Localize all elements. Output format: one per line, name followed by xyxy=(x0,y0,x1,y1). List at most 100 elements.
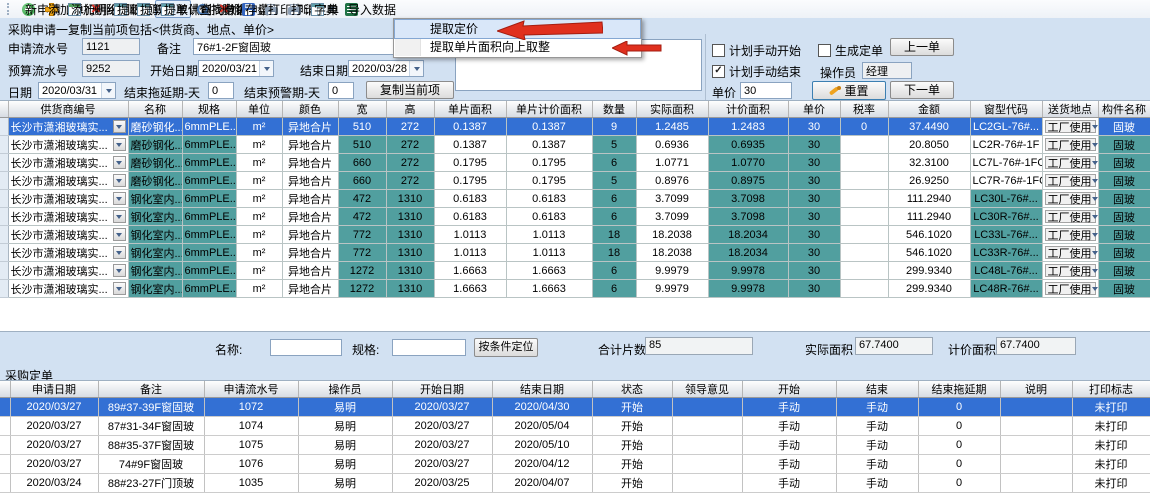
delivery-dropdown[interactable]: 工厂使用 xyxy=(1045,120,1096,133)
toolbar-item-label: 导入数据 xyxy=(348,1,396,18)
supplier-dropdown-button[interactable] xyxy=(113,120,126,133)
cell: 26.9250 xyxy=(888,172,970,190)
toolbar-grip[interactable] xyxy=(7,3,13,15)
cell: 272 xyxy=(386,136,434,154)
table-row[interactable]: 长沙市潇湘玻璃实...磨砂钢化...6mmPLE...m²异地合片5102720… xyxy=(0,136,1150,154)
row-selector[interactable] xyxy=(0,474,10,493)
table-row[interactable]: 长沙市潇湘玻璃实...磨砂钢化...6mmPLE...m²异地合片6602720… xyxy=(0,172,1150,190)
toolbar-item-1[interactable]: 新申请 xyxy=(17,1,40,17)
filter-spec-input[interactable] xyxy=(392,339,466,356)
supplier-dropdown-button[interactable] xyxy=(113,246,126,259)
cell: 6mmPLE... xyxy=(182,262,236,280)
row-selector[interactable] xyxy=(0,455,10,474)
delivery-dropdown[interactable]: 工厂使用 xyxy=(1045,192,1096,205)
row-selector[interactable] xyxy=(0,417,10,436)
next-order-button[interactable]: 下一单 xyxy=(890,81,954,99)
date-combo[interactable]: 2020/03/31 xyxy=(38,82,116,99)
cell: 74#9F窗固玻 xyxy=(98,455,204,474)
table-row[interactable]: 长沙市潇湘玻璃实...钢化室内...6mmPLE...m²异地合片4721310… xyxy=(0,190,1150,208)
cell xyxy=(1000,474,1072,493)
copy-current-button[interactable]: 复制当前项 xyxy=(366,81,454,99)
supplier-dropdown-button[interactable] xyxy=(113,228,126,241)
row-selector[interactable] xyxy=(0,208,8,226)
table-row[interactable]: 2020/03/2774#9F窗固玻1076易明2020/03/272020/0… xyxy=(0,455,1150,474)
cell: 0.1387 xyxy=(506,118,592,136)
row-selector[interactable] xyxy=(0,398,10,417)
cell: 30 xyxy=(788,136,840,154)
apply-no-field[interactable] xyxy=(82,38,140,55)
toolbar-item-7[interactable]: 提取供货商数据 xyxy=(155,0,191,18)
cell: 1035 xyxy=(204,474,298,493)
budget-no-field[interactable] xyxy=(82,60,140,77)
toolbar-item-14[interactable]: 导入数据 xyxy=(340,1,363,17)
supplier-dropdown-button[interactable] xyxy=(113,138,126,151)
delivery-dropdown[interactable]: 工厂使用 xyxy=(1045,174,1096,187)
locate-by-condition-button[interactable]: 按条件定位 xyxy=(474,338,538,357)
table-row[interactable]: 长沙市潇湘玻璃实...钢化室内...6mmPLE...m²异地合片7721310… xyxy=(0,244,1150,262)
cell: 手动 xyxy=(742,417,836,436)
chevron-down-icon[interactable] xyxy=(409,61,423,76)
delivery-dropdown[interactable]: 工厂使用 xyxy=(1045,228,1096,241)
cell: 1.6663 xyxy=(434,280,506,298)
table-row[interactable]: 长沙市潇湘玻璃实...钢化室内...6mmPLE...m²异地合片1272131… xyxy=(0,262,1150,280)
row-selector[interactable] xyxy=(0,262,8,280)
cell: m² xyxy=(236,208,282,226)
row-selector[interactable] xyxy=(0,136,8,154)
row-selector[interactable] xyxy=(0,154,8,172)
row-selector[interactable] xyxy=(0,118,8,136)
supplier-dropdown-button[interactable] xyxy=(113,282,126,295)
operator-field[interactable] xyxy=(862,62,912,79)
cell: 30 xyxy=(788,172,840,190)
delivery-dropdown[interactable]: 工厂使用 xyxy=(1045,246,1096,259)
generate-order-checkbox[interactable]: 生成定单 xyxy=(818,42,883,59)
row-selector[interactable] xyxy=(0,190,8,208)
table-row[interactable]: 长沙市潇湘玻璃实...磨砂钢化...6mmPLE...m²异地合片5102720… xyxy=(0,118,1150,136)
supplier-dropdown-button[interactable] xyxy=(113,174,126,187)
table-row[interactable]: 2020/03/2787#31-34F窗固玻1074易明2020/03/2720… xyxy=(0,417,1150,436)
cell: 易明 xyxy=(298,455,392,474)
column-header: 颜色 xyxy=(282,101,338,118)
table-row[interactable]: 2020/03/2488#23-27F门顶玻1035易明2020/03/2520… xyxy=(0,474,1150,493)
table-row[interactable]: 长沙市潇湘玻璃实...钢化室内...6mmPLE...m²异地合片1272131… xyxy=(0,280,1150,298)
column-header: 供货商编号 xyxy=(8,101,128,118)
supplier-dropdown-button[interactable] xyxy=(113,264,126,277)
supplier-dropdown-button[interactable] xyxy=(113,192,126,205)
table-row[interactable]: 长沙市潇湘玻璃实...钢化室内...6mmPLE...m²异地合片7721310… xyxy=(0,226,1150,244)
end-warning-field[interactable] xyxy=(328,82,354,99)
table-row[interactable]: 2020/03/2788#35-37F窗固玻1075易明2020/03/2720… xyxy=(0,436,1150,455)
cell: 固玻 xyxy=(1098,208,1150,226)
chevron-down-icon[interactable] xyxy=(101,83,115,98)
table-row[interactable]: 长沙市潇湘玻璃实...钢化室内...6mmPLE...m²异地合片4721310… xyxy=(0,208,1150,226)
start-date-combo[interactable]: 2020/03/21 xyxy=(198,60,274,77)
previous-order-button[interactable]: 上一单 xyxy=(890,38,954,56)
table-row[interactable]: 2020/03/2789#37-39F窗固玻1072易明2020/03/2720… xyxy=(0,398,1150,417)
delivery-dropdown[interactable]: 工厂使用 xyxy=(1045,156,1096,169)
delivery-dropdown[interactable]: 工厂使用 xyxy=(1045,282,1096,295)
delivery-dropdown[interactable]: 工厂使用 xyxy=(1045,138,1096,151)
row-selector[interactable] xyxy=(0,436,10,455)
table-row[interactable]: 长沙市潇湘玻璃实...磨砂钢化...6mmPLE...m²异地合片6602720… xyxy=(0,154,1150,172)
reset-button[interactable]: 重置 xyxy=(812,81,886,100)
chevron-down-icon[interactable] xyxy=(259,61,273,76)
end-delay-field[interactable] xyxy=(208,82,234,99)
unit-price-field[interactable] xyxy=(740,82,792,99)
supplier-dropdown-button[interactable] xyxy=(113,156,126,169)
delivery-dropdown[interactable]: 工厂使用 xyxy=(1045,264,1096,277)
cell: 固玻 xyxy=(1098,280,1150,298)
chevron-down-icon xyxy=(116,143,122,147)
cell: 2020/04/07 xyxy=(492,474,592,493)
menu-item-2[interactable]: 提取单片面积向上取整 xyxy=(395,38,640,56)
supplier-dropdown-button[interactable] xyxy=(113,210,126,223)
delivery-dropdown[interactable]: 工厂使用 xyxy=(1045,210,1096,223)
cell: 37.4490 xyxy=(888,118,970,136)
end-date-combo[interactable]: 2020/03/28 xyxy=(348,60,424,77)
row-selector[interactable] xyxy=(0,172,8,190)
row-selector[interactable] xyxy=(0,244,8,262)
plan-manual-end-checkbox[interactable]: ✓计划手动结束 xyxy=(712,63,801,80)
filter-name-input[interactable] xyxy=(270,339,342,356)
detail-header-row: 供货商编号名称规格单位颜色宽高单片面积单片计价面积数量实际面积计价面积单价税率金… xyxy=(0,101,1150,118)
toolbar-item-13[interactable]: 字典 xyxy=(306,1,340,17)
row-selector[interactable] xyxy=(0,280,8,298)
plan-manual-start-checkbox[interactable]: 计划手动开始 xyxy=(712,42,801,59)
row-selector[interactable] xyxy=(0,226,8,244)
